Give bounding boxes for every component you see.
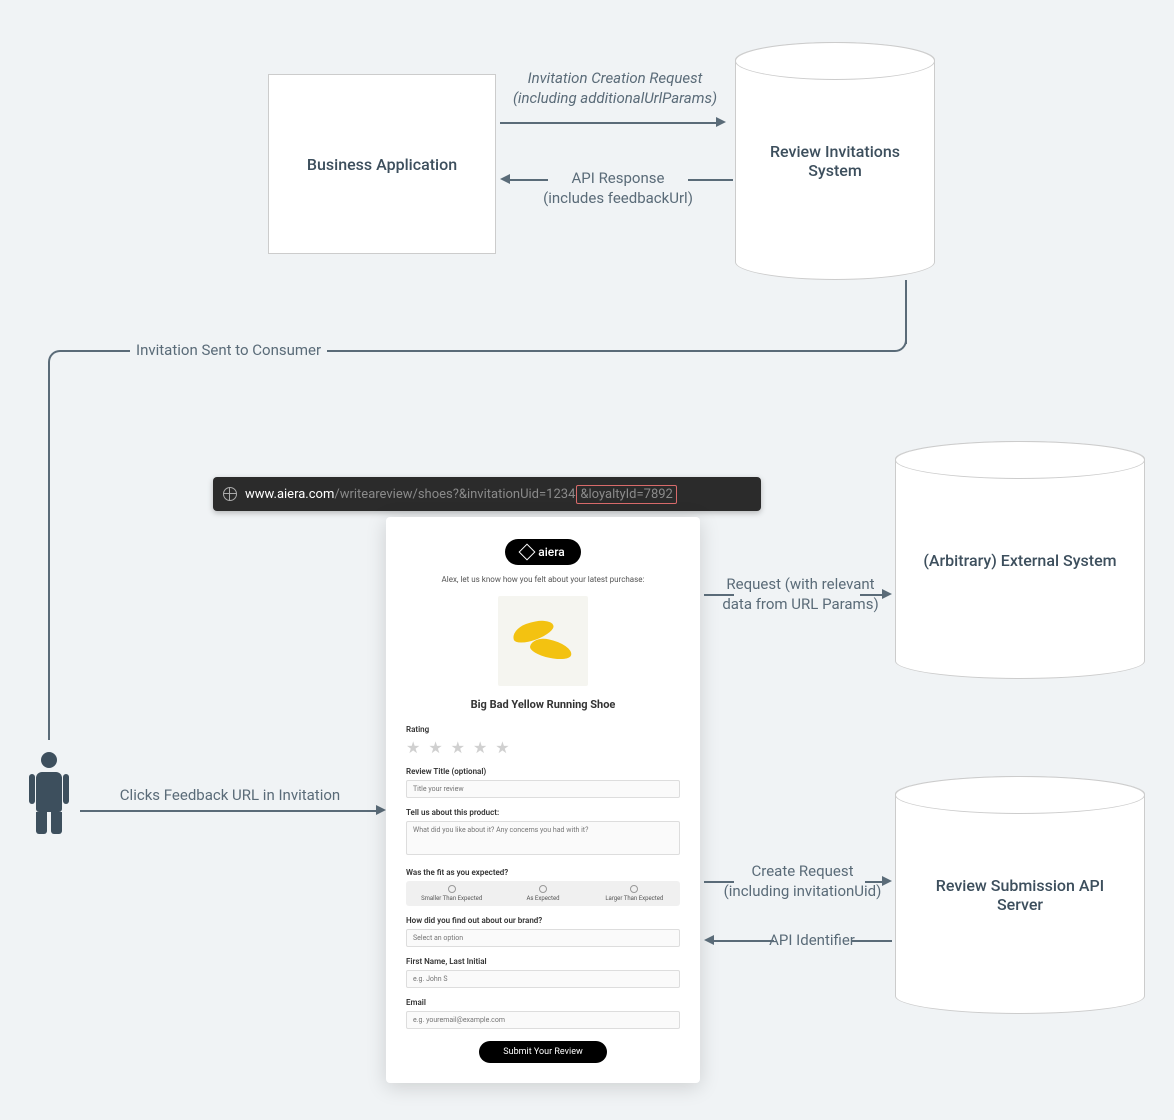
form-greeting: Alex, let us know how you felt about you… xyxy=(406,575,680,584)
external-system-node: (Arbitrary) External System xyxy=(895,441,1145,679)
submit-button[interactable]: Submit Your Review xyxy=(479,1041,606,1063)
rating-stars[interactable]: ★ ★ ★ ★ ★ xyxy=(406,738,680,757)
product-title: Big Bad Yellow Running Shoe xyxy=(406,698,680,711)
fit-options[interactable]: Smaller Than Expected As Expected Larger… xyxy=(406,881,680,906)
edge-arrow-clicks xyxy=(80,810,378,812)
fit-opt-2[interactable]: Larger Than Expected xyxy=(589,885,680,902)
form-logo: aiera xyxy=(505,539,580,565)
tell-us-label: Tell us about this product: xyxy=(406,808,680,817)
fit-opt-0[interactable]: Smaller Than Expected xyxy=(406,885,497,902)
url-path: /writeareview/shoes?&invitationUid=1234 xyxy=(334,487,575,502)
connector-down-1 xyxy=(905,280,907,344)
business-app-label: Business Application xyxy=(307,155,457,174)
edge-label-api-response: API Response (includes feedbackUrl) xyxy=(528,168,708,209)
url-bar: www.aiera.com/writeareview/shoes?&invita… xyxy=(213,477,761,511)
review-api-server-label: Review Submission API Server xyxy=(936,876,1104,914)
arrow-head-api-response xyxy=(500,174,510,184)
product-image xyxy=(498,596,588,686)
arrow-head-identifier xyxy=(704,935,714,945)
arrow-head-creation-request xyxy=(716,117,726,127)
review-title-input[interactable] xyxy=(406,780,680,798)
arrow-head-external xyxy=(882,589,892,599)
tell-us-textarea[interactable] xyxy=(406,821,680,855)
review-invitations-label: Review Invitations System xyxy=(770,142,900,180)
fit-label: Was the fit as you expected? xyxy=(406,868,680,877)
email-input[interactable] xyxy=(406,1011,680,1029)
review-title-label: Review Title (optional) xyxy=(406,767,680,776)
arrow-head-clicks xyxy=(376,805,386,815)
edge-label-creation-request: Invitation Creation Request (including a… xyxy=(500,68,730,109)
edge-label-create: Create Request (including invitationUid) xyxy=(720,861,885,902)
review-api-server-node: Review Submission API Server xyxy=(895,776,1145,1014)
review-invitations-system-node: Review Invitations System xyxy=(735,42,935,280)
name-input[interactable] xyxy=(406,970,680,988)
brand-select[interactable] xyxy=(406,929,680,947)
connector-corner-2 xyxy=(48,350,62,364)
connector-down-2 xyxy=(48,362,50,740)
rating-label: Rating xyxy=(406,725,680,734)
consumer-icon xyxy=(29,752,69,834)
edge-label-invitation-sent: Invitation Sent to Consumer xyxy=(130,340,327,360)
logo-mark-icon xyxy=(519,544,536,561)
edge-label-identifier: API Identifier xyxy=(762,930,862,950)
connector-corner-1 xyxy=(893,338,907,352)
url-domain: www.aiera.com xyxy=(245,487,334,502)
url-highlight: &loyaltyId=7892 xyxy=(576,485,677,504)
globe-icon xyxy=(223,487,237,501)
edge-arrow-creation-request xyxy=(500,122,718,124)
brand-label: How did you find out about our brand? xyxy=(406,916,680,925)
logo-text: aiera xyxy=(538,545,564,559)
external-system-label: (Arbitrary) External System xyxy=(923,551,1116,570)
review-form: aiera Alex, let us know how you felt abo… xyxy=(386,517,700,1083)
email-label: Email xyxy=(406,998,680,1007)
fit-opt-1[interactable]: As Expected xyxy=(497,885,588,902)
business-application-node: Business Application xyxy=(268,74,496,254)
edge-label-clicks: Clicks Feedback URL in Invitation xyxy=(100,785,360,805)
edge-label-external: Request (with relevant data from URL Par… xyxy=(718,574,883,615)
name-label: First Name, Last Initial xyxy=(406,957,680,966)
